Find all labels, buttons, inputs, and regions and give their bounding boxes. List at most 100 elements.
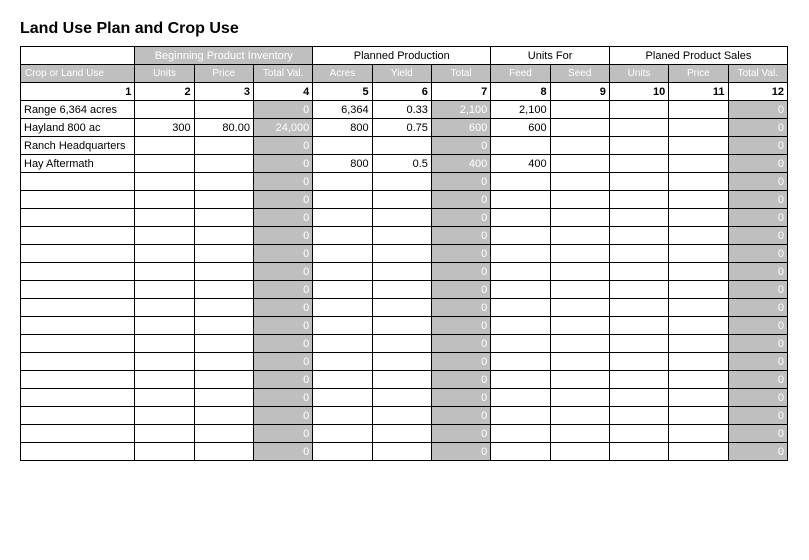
cell-uf-feed[interactable]	[491, 407, 550, 425]
cell-bpi-units[interactable]	[135, 191, 194, 209]
cell-ps-total[interactable]: 0	[728, 209, 787, 227]
cell-ps-total[interactable]: 0	[728, 443, 787, 461]
cell-bpi-total[interactable]: 0	[253, 155, 312, 173]
cell-ps-price[interactable]	[669, 371, 728, 389]
cell-uf-feed[interactable]	[491, 371, 550, 389]
cell-ps-units[interactable]	[609, 389, 668, 407]
cell-bpi-units[interactable]	[135, 407, 194, 425]
cell-pp-yield[interactable]: 0.75	[372, 119, 431, 137]
cell-uf-seed[interactable]	[550, 335, 609, 353]
cell-bpi-price[interactable]	[194, 317, 253, 335]
cell-ps-units[interactable]	[609, 425, 668, 443]
cell-bpi-price[interactable]	[194, 173, 253, 191]
cell-pp-acres[interactable]	[313, 443, 372, 461]
cell-pp-yield[interactable]: 0.5	[372, 155, 431, 173]
cell-crop[interactable]	[21, 209, 135, 227]
cell-uf-seed[interactable]	[550, 191, 609, 209]
cell-bpi-units[interactable]	[135, 209, 194, 227]
cell-bpi-price[interactable]	[194, 209, 253, 227]
cell-pp-total[interactable]: 0	[431, 389, 490, 407]
cell-pp-acres[interactable]	[313, 281, 372, 299]
cell-bpi-price[interactable]	[194, 137, 253, 155]
cell-bpi-total[interactable]: 0	[253, 137, 312, 155]
cell-pp-total[interactable]: 0	[431, 299, 490, 317]
cell-uf-feed[interactable]	[491, 245, 550, 263]
cell-ps-price[interactable]	[669, 227, 728, 245]
cell-uf-feed[interactable]	[491, 317, 550, 335]
cell-crop[interactable]	[21, 371, 135, 389]
cell-ps-total[interactable]: 0	[728, 263, 787, 281]
cell-uf-seed[interactable]	[550, 263, 609, 281]
cell-ps-price[interactable]	[669, 209, 728, 227]
cell-uf-feed[interactable]	[491, 335, 550, 353]
cell-pp-acres[interactable]	[313, 173, 372, 191]
cell-pp-total[interactable]: 0	[431, 317, 490, 335]
cell-pp-acres[interactable]	[313, 191, 372, 209]
cell-crop[interactable]	[21, 227, 135, 245]
cell-pp-acres[interactable]	[313, 263, 372, 281]
cell-bpi-units[interactable]	[135, 299, 194, 317]
cell-pp-acres[interactable]	[313, 209, 372, 227]
cell-bpi-units[interactable]	[135, 281, 194, 299]
cell-pp-total[interactable]: 0	[431, 335, 490, 353]
cell-uf-seed[interactable]	[550, 317, 609, 335]
cell-uf-seed[interactable]	[550, 101, 609, 119]
cell-uf-seed[interactable]	[550, 389, 609, 407]
cell-bpi-total[interactable]: 0	[253, 101, 312, 119]
cell-ps-units[interactable]	[609, 227, 668, 245]
cell-bpi-total[interactable]: 0	[253, 407, 312, 425]
cell-ps-total[interactable]: 0	[728, 281, 787, 299]
cell-bpi-total[interactable]: 0	[253, 335, 312, 353]
cell-crop[interactable]	[21, 263, 135, 281]
cell-ps-price[interactable]	[669, 281, 728, 299]
cell-bpi-total[interactable]: 0	[253, 245, 312, 263]
cell-pp-yield[interactable]	[372, 299, 431, 317]
cell-ps-units[interactable]	[609, 407, 668, 425]
cell-crop[interactable]	[21, 191, 135, 209]
cell-uf-seed[interactable]	[550, 371, 609, 389]
cell-ps-price[interactable]	[669, 245, 728, 263]
cell-bpi-units[interactable]	[135, 137, 194, 155]
cell-bpi-total[interactable]: 0	[253, 443, 312, 461]
cell-ps-price[interactable]	[669, 407, 728, 425]
cell-uf-seed[interactable]	[550, 119, 609, 137]
cell-crop[interactable]	[21, 173, 135, 191]
cell-ps-price[interactable]	[669, 443, 728, 461]
cell-crop[interactable]: Hay Aftermath	[21, 155, 135, 173]
cell-pp-acres[interactable]	[313, 407, 372, 425]
cell-bpi-total[interactable]: 0	[253, 281, 312, 299]
cell-bpi-units[interactable]	[135, 263, 194, 281]
cell-ps-price[interactable]	[669, 101, 728, 119]
cell-ps-units[interactable]	[609, 245, 668, 263]
cell-ps-total[interactable]: 0	[728, 191, 787, 209]
cell-bpi-units[interactable]	[135, 335, 194, 353]
cell-ps-total[interactable]: 0	[728, 227, 787, 245]
cell-uf-feed[interactable]	[491, 227, 550, 245]
cell-crop[interactable]	[21, 317, 135, 335]
cell-pp-total[interactable]: 0	[431, 407, 490, 425]
cell-ps-total[interactable]: 0	[728, 353, 787, 371]
cell-crop[interactable]: Ranch Headquarters	[21, 137, 135, 155]
cell-bpi-price[interactable]	[194, 389, 253, 407]
cell-uf-feed[interactable]	[491, 281, 550, 299]
cell-bpi-total[interactable]: 0	[253, 425, 312, 443]
cell-bpi-units[interactable]	[135, 317, 194, 335]
cell-bpi-price[interactable]	[194, 155, 253, 173]
cell-pp-yield[interactable]: 0.33	[372, 101, 431, 119]
cell-bpi-total[interactable]: 0	[253, 191, 312, 209]
cell-pp-yield[interactable]	[372, 425, 431, 443]
cell-pp-total[interactable]: 0	[431, 263, 490, 281]
cell-pp-acres[interactable]	[313, 299, 372, 317]
cell-uf-feed[interactable]	[491, 209, 550, 227]
cell-pp-acres[interactable]	[313, 389, 372, 407]
cell-bpi-price[interactable]	[194, 101, 253, 119]
cell-ps-price[interactable]	[669, 173, 728, 191]
cell-ps-units[interactable]	[609, 173, 668, 191]
cell-bpi-units[interactable]	[135, 389, 194, 407]
cell-pp-total[interactable]: 0	[431, 371, 490, 389]
cell-ps-units[interactable]	[609, 353, 668, 371]
cell-uf-feed[interactable]	[491, 425, 550, 443]
cell-bpi-price[interactable]	[194, 371, 253, 389]
cell-ps-total[interactable]: 0	[728, 371, 787, 389]
cell-pp-yield[interactable]	[372, 173, 431, 191]
